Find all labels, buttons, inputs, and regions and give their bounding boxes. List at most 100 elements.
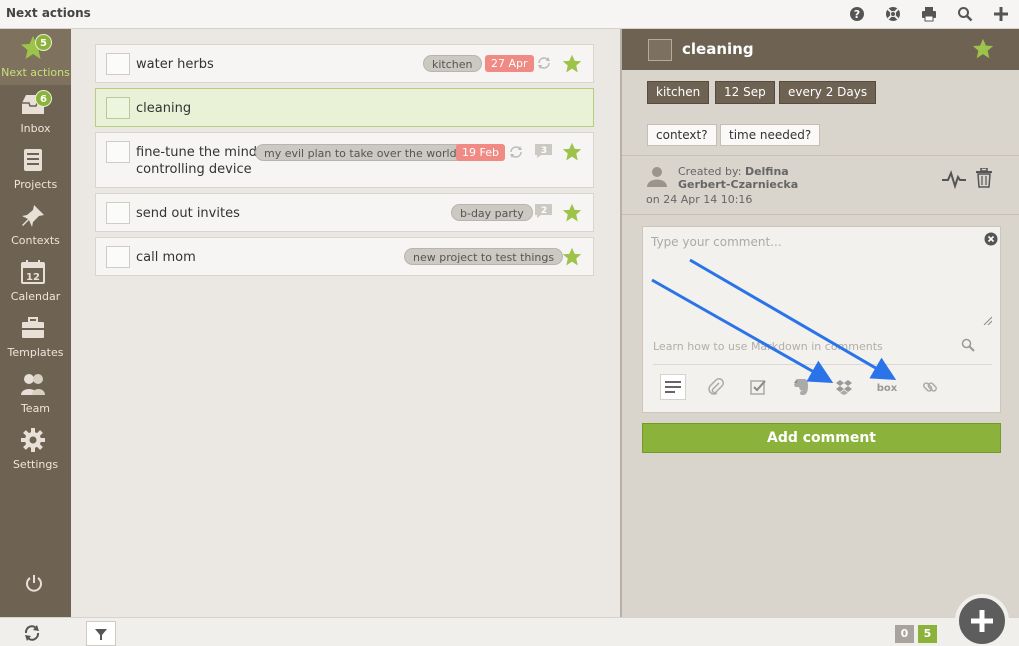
sidebar-item-label: Templates [7,346,64,359]
task-row[interactable]: call mom new project to test things [95,237,594,276]
activity-icon[interactable] [942,169,966,189]
sidebar-item-next-actions[interactable]: 5 Next actions [0,29,71,85]
page-title: Next actions [6,6,91,20]
divider [622,155,1019,156]
attach-file-tool[interactable] [704,375,728,399]
star-icon[interactable] [972,38,994,60]
task-row[interactable]: fine-tune the mind controlling device my… [95,132,594,188]
checklist-tool[interactable] [746,375,770,399]
box-tool[interactable]: box [875,375,899,399]
add-task-fab[interactable] [955,594,1009,646]
avatar-icon [647,167,667,187]
divider [622,214,1019,215]
top-bar: Next actions ? [0,0,1019,29]
sync-icon[interactable] [23,624,41,642]
sidebar-item-calendar[interactable]: 12 Calendar [0,253,71,309]
add-icon[interactable] [991,4,1011,24]
task-row[interactable]: water herbs kitchen 27 Apr [95,44,594,83]
creator-text: Created by: Delfina Gerbert-Czarniecka [678,165,799,191]
close-icon[interactable] [984,232,998,246]
task-tag[interactable]: my evil plan to take over the world [255,144,466,161]
sidebar-item-contexts[interactable]: Contexts [0,197,71,253]
support-lifebuoy-icon[interactable] [883,4,903,24]
repeat-icon [510,146,522,158]
task-row-selected[interactable]: cleaning [95,88,594,127]
comment-box: Learn how to use Markdown in comments bo… [642,226,1001,413]
task-checkbox[interactable] [106,53,130,75]
print-icon[interactable] [919,4,939,24]
star-icon[interactable] [562,142,582,162]
top-toolbar: ? [847,4,1011,24]
markdown-help-link[interactable]: Learn how to use Markdown in comments [653,340,883,353]
sidebar-item-templates[interactable]: Templates [0,309,71,365]
sidebar-item-inbox[interactable]: 6 Inbox [0,85,71,141]
task-row[interactable]: send out invites b-day party 2 [95,193,594,232]
count-badge-right[interactable]: 5 [918,625,937,643]
sidebar: 5 Next actions 6 Inbox Projects Contexts… [0,29,71,617]
filter-funnel-icon [95,628,107,640]
task-checkbox[interactable] [106,202,130,224]
detail-checkbox[interactable] [648,39,672,61]
task-due-date[interactable]: 27 Apr [485,55,534,72]
context-button[interactable]: context? [647,124,717,146]
filter-button[interactable] [86,621,116,646]
sidebar-item-label: Team [20,402,51,415]
briefcase-icon [22,317,44,338]
link-tool[interactable] [918,375,942,399]
star-icon[interactable] [562,203,582,223]
sidebar-item-settings[interactable]: Settings [0,421,71,477]
task-name: send out invites [136,206,240,221]
detail-repeat[interactable]: every 2 Days [779,81,877,104]
task-tag[interactable]: new project to test things [404,248,564,265]
trash-icon[interactable] [975,168,993,188]
text-lines-icon [665,381,681,393]
svg-text:12: 12 [26,272,40,283]
star-icon[interactable] [562,54,582,74]
svg-text:?: ? [854,8,860,21]
task-name: water herbs [136,57,214,72]
detail-due-date[interactable]: 12 Sep [715,81,775,104]
pin-icon [22,205,44,227]
resize-handle-icon[interactable] [982,315,992,325]
text-format-tool[interactable] [660,374,686,400]
sidebar-item-label: Contexts [11,234,60,247]
time-needed-button[interactable]: time needed? [720,124,821,146]
task-due-date[interactable]: 19 Feb [456,144,505,161]
comment-count-icon[interactable]: 3 [534,143,553,159]
search-icon[interactable] [961,338,975,352]
evernote-elephant-icon [794,379,808,395]
detail-title[interactable]: cleaning [682,40,754,58]
link-icon [923,382,937,392]
evernote-tool[interactable] [789,375,813,399]
star-icon[interactable] [562,247,582,267]
task-checkbox[interactable] [106,246,130,268]
repeat-icon [538,57,550,69]
task-tag[interactable]: kitchen [423,55,482,72]
search-icon[interactable] [955,4,975,24]
task-checkbox[interactable] [106,141,130,163]
sidebar-item-label: Inbox [20,122,51,135]
sidebar-item-label: Projects [13,178,58,191]
help-icon[interactable]: ? [847,4,867,24]
task-name-line1: fine-tune the mind [136,145,258,160]
comment-input[interactable] [651,235,993,327]
dropbox-tool[interactable] [832,375,856,399]
power-icon[interactable] [24,573,44,593]
sidebar-item-label: Calendar [10,290,61,303]
add-comment-button[interactable]: Add comment [642,423,1001,453]
count-badge-left[interactable]: 0 [895,625,914,643]
task-checkbox[interactable] [106,97,130,119]
checkbox-icon [750,380,766,395]
created-date: on 24 Apr 14 10:16 [646,193,753,206]
task-tag[interactable]: b-day party [451,204,533,221]
comment-count-icon[interactable]: 2 [534,203,553,219]
task-name: call mom [136,250,196,265]
next-actions-badge: 5 [35,34,52,51]
sidebar-item-team[interactable]: Team [0,365,71,421]
svg-text:2: 2 [541,206,547,216]
svg-text:3: 3 [541,146,547,156]
detail-header: cleaning [622,29,1019,70]
sidebar-item-projects[interactable]: Projects [0,141,71,197]
detail-context-tag[interactable]: kitchen [647,81,710,104]
task-name-line2: controlling device [136,162,252,177]
